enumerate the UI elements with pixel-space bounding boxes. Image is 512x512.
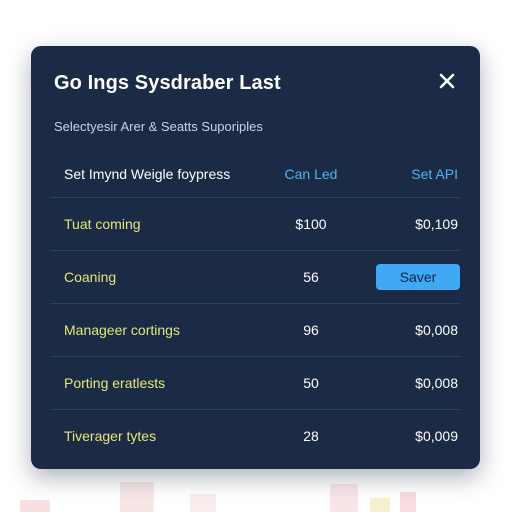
row-value: 50 <box>303 375 319 391</box>
background-block <box>120 482 154 512</box>
column-header-can-led[interactable]: Can Led <box>272 166 350 182</box>
row-amount: $0,009 <box>415 428 458 444</box>
background-block <box>20 500 50 512</box>
background-block <box>370 498 390 512</box>
close-button[interactable] <box>436 70 458 92</box>
dialog-title: Go Ings Sysdraber Last <box>54 72 281 94</box>
row-value: $100 <box>295 216 327 232</box>
row-amount: $0,008 <box>415 322 458 338</box>
close-icon <box>439 73 455 89</box>
row-value: 96 <box>303 322 319 338</box>
dialog: Go Ings Sysdraber Last Selectyesir Arer … <box>31 46 480 469</box>
row-name: Porting eratlests <box>64 375 166 391</box>
row-value: 56 <box>303 269 319 285</box>
data-table: Set Imynd Weigle foypress Can Led Set AP… <box>50 150 460 462</box>
table-row: Porting eratlests 50 $0,008 <box>50 357 460 410</box>
row-amount: $0,008 <box>415 375 458 391</box>
background-block <box>190 494 216 512</box>
row-name: Tuat coming <box>64 216 141 232</box>
table-row: Manageer cortings 96 $0,008 <box>50 304 460 357</box>
table-row: Tiverager tytes 28 $0,009 <box>50 410 460 462</box>
table-row: Tuat coming $100 $0,109 <box>50 198 460 251</box>
dialog-subtitle: Selectyesir Arer & Seatts Suporiples <box>54 119 263 134</box>
background-block <box>330 484 358 512</box>
column-header-set-api[interactable]: Set API <box>411 166 458 182</box>
row-name: Manageer cortings <box>64 322 180 338</box>
row-amount: $0,109 <box>415 216 458 232</box>
background-block <box>400 492 416 512</box>
row-name: Coaning <box>64 269 117 285</box>
column-header-name: Set Imynd Weigle foypress <box>64 165 231 182</box>
table-header-row: Set Imynd Weigle foypress Can Led Set AP… <box>50 150 460 198</box>
row-name: Tiverager tytes <box>64 428 157 444</box>
table-row: Coaning 56 Saver <box>50 251 460 304</box>
row-value: 28 <box>303 428 319 444</box>
background-blocks <box>0 472 512 512</box>
saver-button[interactable]: Saver <box>376 264 460 290</box>
